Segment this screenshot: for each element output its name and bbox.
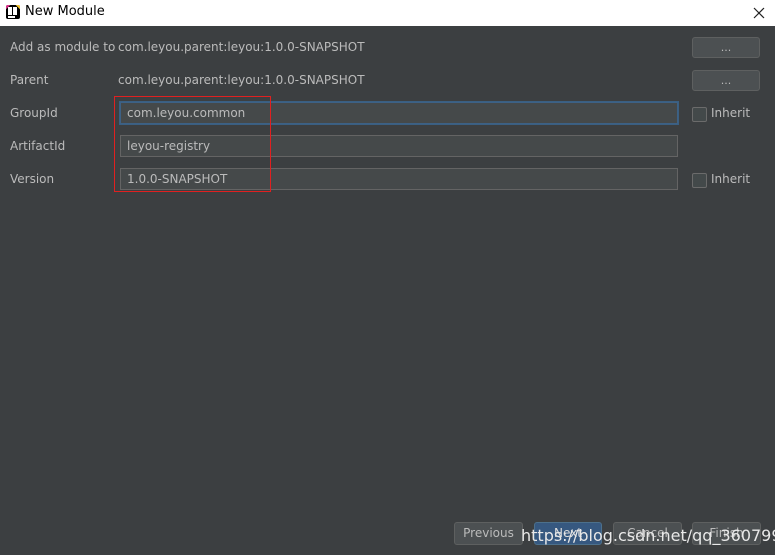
- group-id-inherit-checkbox[interactable]: [692, 107, 707, 122]
- close-icon[interactable]: [748, 3, 770, 23]
- group-id-inherit-label: Inherit: [711, 106, 751, 120]
- artifact-id-field[interactable]: [120, 135, 678, 157]
- group-id-field[interactable]: [120, 102, 678, 124]
- previous-button[interactable]: Previous: [454, 522, 523, 545]
- parent-browse-button[interactable]: ...: [692, 70, 760, 91]
- intellij-app-icon: [6, 5, 20, 19]
- parent-label: Parent: [10, 73, 49, 87]
- version-label: Version: [10, 172, 55, 186]
- parent-value: com.leyou.parent:leyou:1.0.0-SNAPSHOT: [118, 73, 365, 87]
- add-as-module-to-label: Add as module to: [10, 40, 116, 54]
- version-field[interactable]: [120, 168, 678, 190]
- add-as-module-to-browse-button[interactable]: ...: [692, 37, 760, 58]
- version-inherit-label: Inherit: [711, 172, 751, 186]
- watermark-text: https://blog.csdn.net/qq_36079912: [521, 526, 775, 545]
- window-title: New Module: [25, 4, 105, 19]
- version-inherit-checkbox[interactable]: [692, 173, 707, 188]
- title-bar: New Module: [0, 0, 775, 26]
- group-id-label: GroupId: [10, 106, 58, 120]
- artifact-id-label: ArtifactId: [10, 139, 66, 153]
- add-as-module-to-value: com.leyou.parent:leyou:1.0.0-SNAPSHOT: [118, 40, 365, 54]
